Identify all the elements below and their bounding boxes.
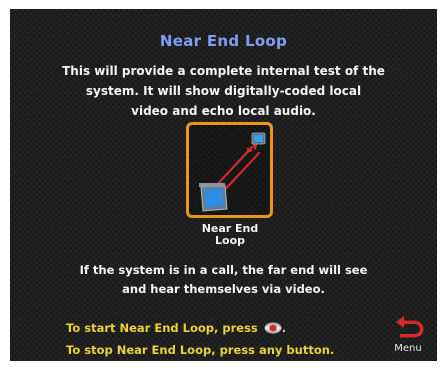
menu-button[interactable]: Menu xyxy=(389,312,427,358)
select-button-icon xyxy=(264,322,282,334)
call-note-line-1: If the system is in a call, the far end … xyxy=(79,263,368,277)
call-note-line-2: and hear themselves via video. xyxy=(122,282,325,296)
start-instruction-suffix: . xyxy=(281,321,287,335)
start-instruction-text: To start Near End Loop, press xyxy=(66,321,258,335)
start-instruction: To start Near End Loop, press . xyxy=(66,321,286,335)
menu-label: Menu xyxy=(394,343,422,354)
page-title: Near End Loop xyxy=(159,32,288,50)
description-line-2: system. It will show digitally-coded loc… xyxy=(85,84,362,98)
icon-caption-line-2: Loop xyxy=(215,234,245,247)
back-arrow-icon xyxy=(396,316,424,338)
icon-caption: Near End Loop xyxy=(180,223,280,247)
description-line-1: This will provide a complete internal te… xyxy=(62,64,385,78)
call-note-text: If the system is in a call, the far end … xyxy=(60,261,387,299)
near-end-loop-icon xyxy=(186,122,273,218)
description-line-3: video and echo local audio. xyxy=(131,104,316,118)
description-text: This will provide a complete internal te… xyxy=(50,61,397,121)
stop-instruction: To stop Near End Loop, press any button. xyxy=(66,343,335,357)
near-end-loop-screen: Near End Loop This will provide a comple… xyxy=(10,9,437,361)
